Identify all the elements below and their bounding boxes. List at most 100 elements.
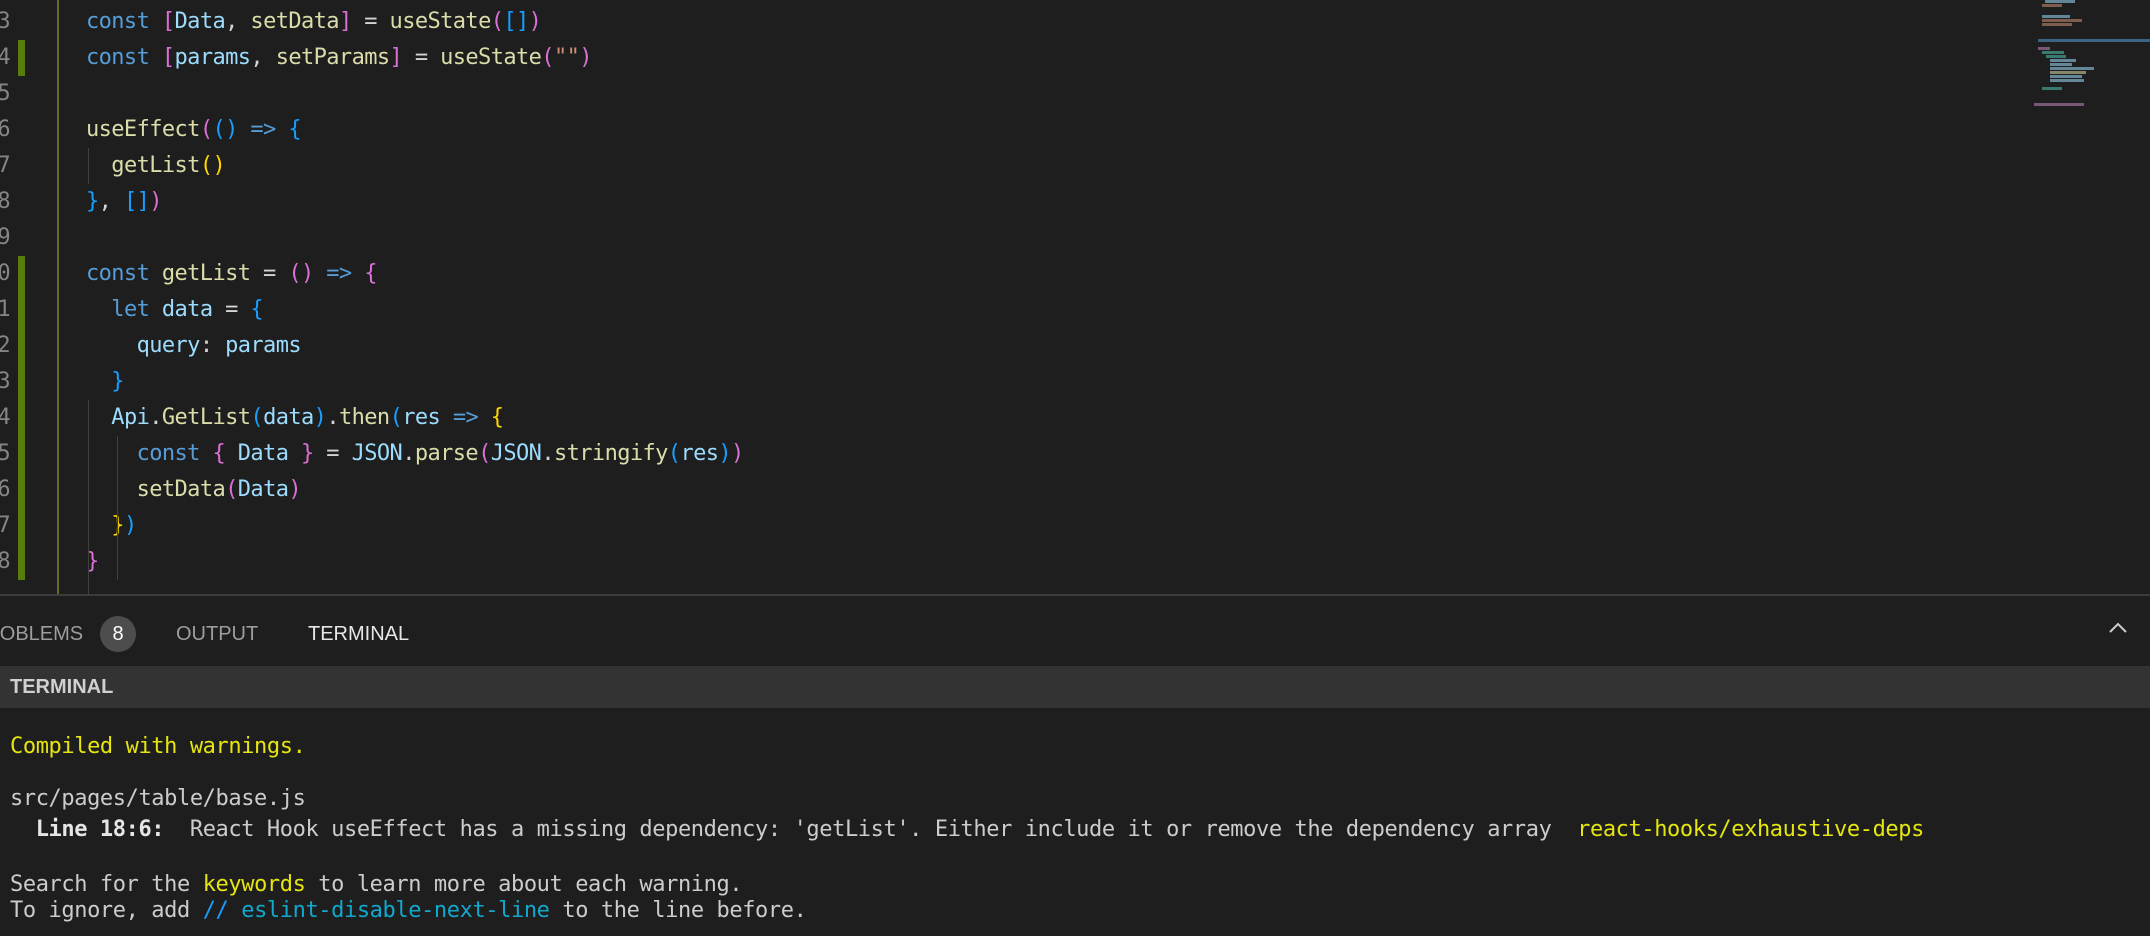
line-number: 21: [0, 297, 11, 322]
code-token: setParams: [275, 45, 390, 70]
code-text: const { Data } = JSON.parse(JSON.stringi…: [86, 436, 745, 472]
code-token: const: [136, 441, 213, 466]
code-token: ): [718, 441, 732, 466]
code-token: {: [250, 297, 264, 322]
code-text: let data = {: [86, 292, 263, 328]
line-number: 23: [0, 369, 11, 394]
minimap-line: [2050, 71, 2086, 74]
indent-guide: [88, 148, 89, 184]
code-token: const: [86, 261, 162, 286]
code-token: :: [199, 333, 226, 358]
code-token: ): [123, 513, 137, 538]
code-text: const getList = () => {: [86, 256, 377, 292]
modified-line-marker: [18, 328, 25, 364]
code-text: }, []): [86, 184, 162, 220]
code-token: [: [161, 45, 175, 70]
modified-line-marker: [18, 400, 25, 436]
code-token: (: [541, 45, 554, 70]
code-token: "": [553, 45, 580, 70]
code-line[interactable]: 27 }): [0, 508, 1900, 544]
code-token: {: [364, 261, 377, 286]
code-token: ): [528, 9, 542, 34]
code-token: JSON: [351, 441, 403, 466]
minimap-line: [2042, 51, 2064, 54]
code-token: ): [313, 405, 327, 430]
minimap-line: [2038, 47, 2050, 50]
code-token: (: [490, 9, 504, 34]
terminal-file-line: src/pages/table/base.js: [10, 786, 306, 811]
modified-line-marker: [18, 40, 25, 76]
code-token: }: [86, 189, 99, 214]
code-token: ,: [98, 189, 124, 214]
code-line[interactable]: 18}, []): [0, 184, 1900, 220]
minimap-line: [2046, 55, 2066, 58]
code-token: ]: [389, 45, 403, 70]
code-line[interactable]: 13 const [Data, setData] = useState([]): [0, 4, 1900, 40]
code-line[interactable]: 24 Api.GetList(data).then(res => {: [0, 400, 1900, 436]
modified-line-marker: [18, 436, 25, 472]
code-token: }: [288, 441, 314, 466]
minimap-line: [2042, 23, 2072, 26]
code-token: Data: [174, 9, 226, 34]
code-token: Api: [111, 405, 150, 430]
line-number: 16: [0, 117, 11, 142]
indent-guide: [88, 400, 89, 594]
code-token: ): [579, 45, 592, 70]
line-number: 19: [0, 225, 11, 250]
code-line[interactable]: 28}: [0, 544, 1900, 580]
minimap-line: [2050, 67, 2094, 70]
code-text: setData(Data): [86, 472, 302, 508]
code-token: data: [161, 297, 213, 322]
code-line[interactable]: 15: [0, 76, 1900, 112]
code-editor[interactable]: 13const [Data, setData] = useState([])14…: [0, 0, 2150, 594]
chevron-up-icon[interactable]: [2104, 614, 2132, 642]
code-line[interactable]: 22 query: params: [0, 328, 1900, 364]
code-text: query: params: [86, 328, 302, 364]
code-token: getList: [161, 261, 251, 286]
code-text: }: [86, 364, 124, 400]
code-text: const [params, setParams] = useState(""): [86, 40, 592, 76]
tab-output[interactable]: OUTPUT: [176, 596, 258, 652]
code-text: Api.GetList(data).then(res => {: [86, 400, 504, 436]
code-token: {: [288, 117, 302, 142]
terminal-ignore-line: To ignore, add // eslint-disable-next-li…: [10, 898, 807, 923]
line-number: 27: [0, 513, 11, 538]
code-token: [: [161, 9, 175, 34]
code-text: const [Data, setData] = useState([]): [86, 4, 542, 40]
code-line[interactable]: 26 setData(Data): [0, 472, 1900, 508]
minimap-line: [2038, 39, 2150, 42]
code-token: (): [212, 117, 238, 142]
code-line[interactable]: 23 }: [0, 364, 1900, 400]
code-token: let: [111, 297, 162, 322]
code-token: (: [250, 405, 264, 430]
code-token: (: [478, 441, 491, 466]
code-token: =>: [313, 261, 365, 286]
code-token: stringify: [553, 441, 668, 466]
code-token: .: [326, 405, 339, 430]
code-text: getList(): [86, 148, 225, 184]
code-token: ,: [250, 45, 276, 70]
line-number: 22: [0, 333, 11, 358]
code-line[interactable]: 19: [0, 220, 1900, 256]
code-line[interactable]: 14 const [params, setParams] = useState("…: [0, 40, 1900, 76]
code-token: getList: [111, 153, 200, 178]
code-line[interactable]: 25 const { Data } = JSON.parse(JSON.stri…: [0, 436, 1900, 472]
code-token: (: [225, 477, 238, 502]
code-token: ): [288, 477, 302, 502]
code-line[interactable]: 21 let data = {: [0, 292, 1900, 328]
minimap-line: [2042, 87, 2062, 90]
line-number: 24: [0, 405, 11, 430]
code-token: ): [731, 441, 744, 466]
code-line[interactable]: 20 const getList = () => {: [0, 256, 1900, 292]
tab-terminal[interactable]: TERMINAL: [308, 596, 410, 674]
tab-problems[interactable]: PROBLEMS: [0, 596, 83, 652]
minimap[interactable]: [1960, 0, 2150, 130]
indent-guide: [117, 472, 118, 580]
code-line[interactable]: 16 useEffect(() => {: [0, 112, 1900, 148]
code-token: (: [199, 117, 213, 142]
code-line[interactable]: 17 getList(): [0, 148, 1900, 184]
minimap-line: [2050, 75, 2082, 78]
